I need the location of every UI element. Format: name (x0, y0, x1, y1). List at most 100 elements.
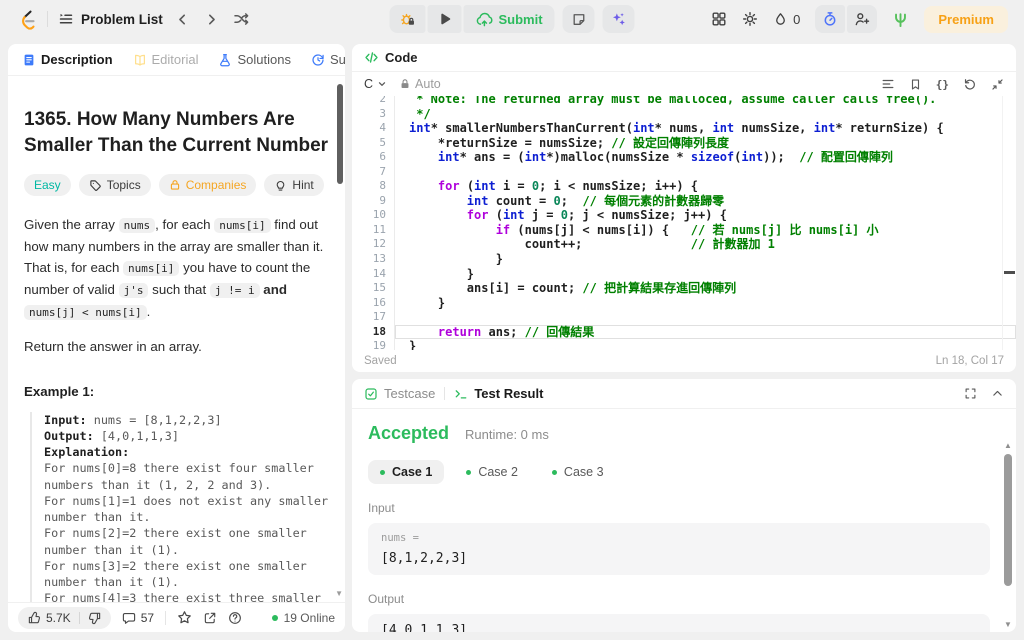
code-line[interactable]: 11 if (nums[j] < nums[i]) { // 若 nums[j]… (352, 222, 1016, 238)
tab-testcase[interactable]: Testcase (364, 386, 435, 401)
tab-submissions[interactable]: Submissions (305, 48, 345, 71)
case-tab-1[interactable]: Case 1 (368, 460, 445, 484)
code-line[interactable]: 16 } (352, 295, 1016, 311)
chevron-up-icon[interactable] (991, 387, 1004, 400)
line-content: } (394, 266, 1016, 282)
code-line[interactable]: 7 (352, 164, 1016, 180)
code-line[interactable]: 13 } (352, 252, 1016, 267)
bookmark-icon[interactable] (909, 78, 922, 91)
code-token: int (409, 121, 431, 136)
testcase-scrollbar-thumb[interactable] (1004, 454, 1012, 586)
run-button[interactable] (427, 5, 462, 33)
tag-label: Topics (106, 178, 141, 193)
code-line[interactable]: 14 } (352, 266, 1016, 282)
leetcode-logo-icon[interactable] (16, 9, 37, 30)
scroll-down-arrow[interactable]: ▼ (1002, 621, 1014, 629)
reset-code-icon[interactable] (963, 77, 977, 91)
inline-code-chip: nums[i] (214, 218, 271, 234)
code-token: } (409, 339, 417, 350)
layout-grid-icon[interactable] (711, 11, 727, 27)
collaborate-button[interactable] (847, 5, 878, 33)
code-token: // 計數器加 1 (690, 237, 775, 252)
notes-button[interactable] (562, 5, 595, 33)
line-number: 13 (372, 252, 386, 266)
hint-tag[interactable]: Hint (264, 174, 324, 197)
tab-solutions[interactable]: Solutions (212, 48, 296, 71)
book-icon (133, 53, 147, 67)
case-tab-3[interactable]: Case 3 (540, 460, 616, 484)
help-button[interactable] (228, 611, 242, 625)
cursor-position[interactable]: Ln 18, Col 17 (936, 355, 1004, 367)
scroll-down-arrow[interactable]: ▼ (335, 590, 343, 598)
like-button[interactable]: 5.7K (27, 611, 71, 625)
check-square-icon (364, 387, 378, 401)
braces-icon[interactable]: {} (936, 78, 949, 91)
sparkles-icon (611, 11, 627, 27)
description-scrollbar-thumb[interactable] (337, 84, 343, 184)
testcase-scrollbar[interactable]: ▲ ▼ (1002, 442, 1014, 629)
code-line[interactable]: 19} (352, 339, 1016, 350)
premium-button[interactable]: Premium (924, 5, 1008, 33)
editor-scrollbar-mark (1004, 271, 1015, 274)
code-tab-label[interactable]: Code (385, 50, 418, 65)
favorite-button[interactable] (177, 610, 192, 625)
code-line[interactable]: 10 for (int j = 0; j < numsSize; j++) { (352, 208, 1016, 223)
code-line[interactable]: 5 *returnSize = numsSize; // 設定回傳陣列長度 (352, 135, 1016, 151)
code-line[interactable]: 15 ans[i] = count; // 把計算結果存進回傳陣列 (352, 281, 1016, 296)
difficulty-badge[interactable]: Easy (24, 174, 71, 197)
line-number: 15 (372, 281, 386, 295)
comments-button[interactable]: 57 (122, 611, 154, 625)
shuffle-icon[interactable] (231, 9, 251, 29)
problem-list-button[interactable]: Problem List (58, 11, 163, 27)
language-selector[interactable]: C (364, 77, 387, 91)
share-button[interactable] (203, 611, 217, 625)
example-line: Output: [4,0,1,1,3] (44, 428, 179, 443)
fullscreen-icon[interactable] (964, 387, 977, 400)
debug-button[interactable] (389, 5, 426, 33)
tab-editorial[interactable]: Editorial (127, 48, 205, 71)
input-box[interactable]: nums = [8,1,2,2,3] (368, 523, 990, 575)
code-line[interactable]: 2 * Note: The returned array must be mal… (352, 96, 1016, 107)
output-box[interactable]: [4,0,1,1,3] (368, 614, 990, 632)
code-line[interactable]: 17 (352, 310, 1016, 325)
example-line: Explanation: (44, 445, 130, 460)
tab-description[interactable]: Description (16, 48, 119, 71)
editor-scrollbar-track[interactable] (1002, 96, 1003, 350)
auto-save-indicator[interactable]: Auto (399, 77, 441, 91)
ai-assistant-button[interactable] (602, 5, 635, 33)
settings-gear-icon[interactable] (742, 11, 758, 27)
line-content: } (394, 339, 1016, 350)
prev-problem-button[interactable] (173, 10, 192, 29)
code-line[interactable]: 18 return ans; // 回傳結果 (352, 324, 1016, 340)
example-1-block: Input: nums = [8,1,2,2,3] Output: [4,0,1,… (30, 411, 329, 602)
scroll-up-arrow[interactable]: ▲ (1002, 442, 1014, 450)
topics-tag[interactable]: Topics (78, 174, 151, 197)
verdict-status[interactable]: Accepted (368, 423, 449, 444)
code-token: int (524, 150, 547, 165)
case-tab-2[interactable]: Case 2 (454, 460, 530, 484)
example-line: For nums[2]=2 there exist one smaller nu… (44, 526, 314, 557)
streak-counter[interactable]: 0 (773, 12, 800, 27)
case-label: Case 3 (563, 465, 604, 479)
format-code-icon[interactable] (881, 77, 895, 91)
star-icon (177, 610, 192, 625)
code-line[interactable]: 3 */ (352, 106, 1016, 122)
code-token: int (712, 121, 735, 136)
code-line[interactable]: 4 int* smallerNumbersThanCurrent(int* num… (352, 121, 1016, 136)
code-line[interactable]: 8 for (int i = 0; i < numsSize; i++) { (352, 179, 1016, 194)
submit-button[interactable]: Submit (463, 5, 555, 33)
collapse-panel-icon[interactable] (991, 78, 1004, 91)
line-number: 12 (372, 237, 386, 251)
problem-description[interactable]: 1365. How Many Numbers Are Smaller Than … (8, 76, 345, 602)
tab-test-result[interactable]: Test Result (454, 386, 543, 401)
plant-streak-icon[interactable] (892, 11, 909, 28)
code-line[interactable]: 6 int* ans = (int*)malloc(numsSize * siz… (352, 150, 1016, 165)
timer-button[interactable] (815, 5, 846, 33)
code-line[interactable]: 9 int count = 0; // 每個元素的計數器歸零 (352, 193, 1016, 209)
code-line[interactable]: 12 count++; // 計數器加 1 (352, 237, 1016, 253)
dislike-button[interactable] (88, 611, 102, 625)
companies-tag[interactable]: Companies (158, 174, 257, 197)
code-editor[interactable]: 2 * Note: The returned array must be mal… (352, 96, 1016, 350)
next-problem-button[interactable] (202, 10, 221, 29)
